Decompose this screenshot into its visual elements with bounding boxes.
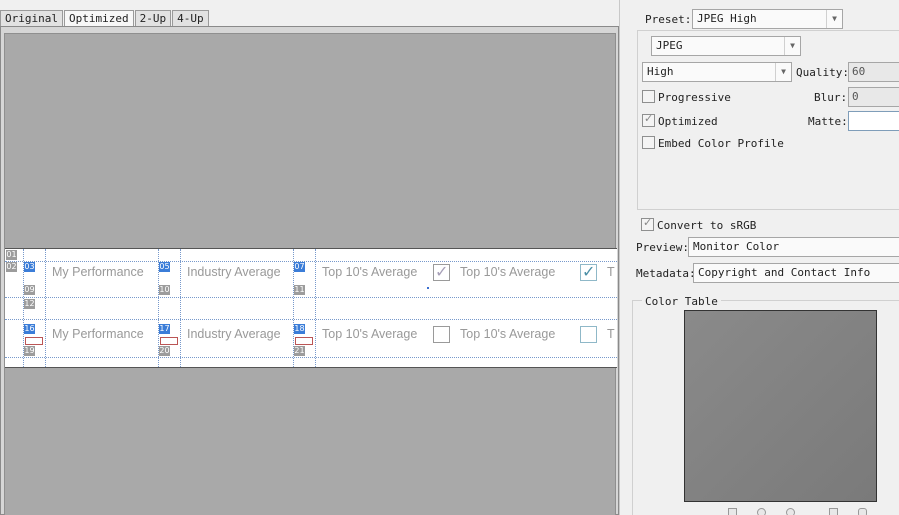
preview-value: Monitor Color bbox=[693, 240, 780, 253]
progressive-checkbox[interactable] bbox=[642, 90, 655, 103]
preset-select[interactable]: JPEG High ▼ bbox=[692, 9, 843, 29]
legend-marker bbox=[25, 337, 43, 345]
embed-profile-label: Embed Color Profile bbox=[658, 137, 784, 150]
check-icon: ✓ bbox=[644, 112, 654, 125]
format-value: JPEG bbox=[656, 39, 683, 52]
slice-number[interactable]: 19 bbox=[24, 346, 35, 356]
legend-marker bbox=[160, 337, 178, 345]
legend-label: My Performance bbox=[52, 327, 144, 341]
image-dot bbox=[427, 287, 429, 289]
blur-field[interactable]: 0 bbox=[848, 87, 899, 107]
slice-guide bbox=[5, 297, 617, 298]
tab-original[interactable]: Original bbox=[0, 10, 63, 26]
preview-label: Preview: bbox=[636, 241, 689, 254]
legend-label: T bbox=[607, 265, 615, 279]
save-for-web-window: Original Optimized 2-Up 4-Up 01 02 03 05… bbox=[0, 0, 899, 515]
color-table-swatch[interactable] bbox=[684, 310, 877, 502]
new-color-icon[interactable] bbox=[829, 508, 838, 515]
legend-label: Top 10's Average bbox=[322, 265, 418, 279]
slice-number[interactable]: 02 bbox=[6, 262, 17, 272]
preview-select[interactable]: Monitor Color bbox=[688, 237, 899, 257]
check-icon: ✓ bbox=[582, 262, 596, 281]
slice-number[interactable]: 17 bbox=[159, 324, 170, 334]
legend-checkbox[interactable]: ✓ bbox=[433, 262, 450, 281]
slice-guide bbox=[180, 249, 181, 367]
chevron-down-icon: ▼ bbox=[775, 63, 791, 81]
legend-label: Top 10's Average bbox=[460, 265, 556, 279]
quality-level-select[interactable]: High ▼ bbox=[642, 62, 792, 82]
legend-label: Industry Average bbox=[187, 327, 281, 341]
quality-level-value: High bbox=[647, 65, 674, 78]
slice-number[interactable]: 16 bbox=[24, 324, 35, 334]
slice-number[interactable]: 01 bbox=[6, 250, 17, 260]
progressive-label: Progressive bbox=[658, 91, 731, 104]
tab-4-up[interactable]: 4-Up bbox=[172, 10, 209, 26]
legend-label: Top 10's Average bbox=[322, 327, 418, 341]
slice-number[interactable]: 20 bbox=[159, 346, 170, 356]
metadata-value: Copyright and Contact Info bbox=[698, 266, 871, 279]
legend-checkbox[interactable] bbox=[433, 326, 450, 343]
legend-label: Top 10's Average bbox=[460, 327, 556, 341]
optimized-checkbox[interactable]: ✓ bbox=[642, 112, 655, 127]
slice-guide bbox=[315, 249, 316, 367]
legend-marker bbox=[295, 337, 313, 345]
optimize-settings-panel: Preset: JPEG High ▼ JPEG ▼ High ▼ Qualit… bbox=[619, 0, 899, 515]
convert-srgb-label: Convert to sRGB bbox=[657, 219, 757, 232]
optimized-label: Optimized bbox=[658, 115, 718, 128]
legend-label: Industry Average bbox=[187, 265, 281, 279]
web-shift-icon[interactable] bbox=[757, 508, 766, 515]
metadata-label: Metadata: bbox=[636, 267, 696, 280]
slice-number[interactable]: 07 bbox=[294, 262, 305, 272]
metadata-select[interactable]: Copyright and Contact Info bbox=[693, 263, 899, 283]
check-icon: ✓ bbox=[435, 262, 449, 281]
slice-number[interactable]: 09 bbox=[24, 285, 35, 295]
color-table-label: Color Table bbox=[642, 295, 721, 308]
slice-number[interactable]: 10 bbox=[159, 285, 170, 295]
preview-frame: 01 02 03 05 07 09 10 11 12 16 17 18 19 2… bbox=[0, 26, 619, 515]
embed-profile-checkbox[interactable] bbox=[642, 136, 655, 149]
legend-label: T bbox=[607, 327, 615, 341]
tab-2-up[interactable]: 2-Up bbox=[134, 10, 172, 26]
preset-label: Preset: bbox=[645, 13, 692, 26]
map-color-icon[interactable] bbox=[728, 508, 737, 515]
convert-srgb-checkbox[interactable]: ✓ bbox=[641, 216, 654, 231]
slice-number[interactable]: 21 bbox=[294, 346, 305, 356]
preset-value: JPEG High bbox=[697, 12, 757, 25]
legend-checkbox[interactable] bbox=[580, 326, 597, 343]
slice-guide bbox=[5, 357, 617, 358]
matte-label: Matte: bbox=[808, 115, 848, 128]
quality-field[interactable]: 60 bbox=[848, 62, 899, 82]
tab-optimized[interactable]: Optimized bbox=[63, 10, 134, 26]
slice-number[interactable]: 03 bbox=[24, 262, 35, 272]
format-select[interactable]: JPEG ▼ bbox=[651, 36, 801, 56]
slice-number[interactable]: 05 bbox=[159, 262, 170, 272]
slice-guide bbox=[45, 249, 46, 367]
slice-guide bbox=[5, 261, 617, 262]
legend-checkbox[interactable]: ✓ bbox=[580, 262, 597, 281]
preview-canvas[interactable]: 01 02 03 05 07 09 10 11 12 16 17 18 19 2… bbox=[4, 33, 617, 515]
legend-label: My Performance bbox=[52, 265, 144, 279]
view-tabs: Original Optimized 2-Up 4-Up bbox=[0, 10, 210, 26]
slice-number[interactable]: 18 bbox=[294, 324, 305, 334]
trash-icon[interactable] bbox=[858, 508, 867, 515]
check-icon: ✓ bbox=[643, 216, 653, 229]
blur-label: Blur: bbox=[814, 91, 848, 104]
chevron-down-icon: ▼ bbox=[784, 37, 800, 55]
image-strip[interactable]: 01 02 03 05 07 09 10 11 12 16 17 18 19 2… bbox=[5, 248, 617, 368]
matte-field[interactable] bbox=[848, 111, 899, 131]
quality-label: Quality: bbox=[796, 66, 849, 79]
slice-guide bbox=[5, 319, 617, 320]
slice-number[interactable]: 12 bbox=[24, 299, 35, 309]
chevron-down-icon: ▼ bbox=[826, 10, 842, 28]
slice-number[interactable]: 11 bbox=[294, 285, 305, 295]
lock-color-icon[interactable] bbox=[786, 508, 795, 515]
